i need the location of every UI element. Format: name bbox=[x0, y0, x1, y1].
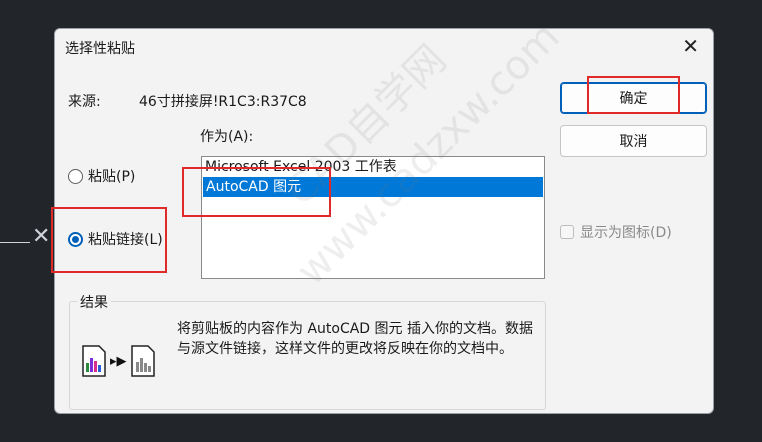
paste-special-dialog: 选择性粘贴 ✕ 来源: 46寸拼接屏!R1C3:R37C8 作为(A): 粘贴(… bbox=[54, 28, 714, 414]
result-group-title: 结果 bbox=[77, 292, 111, 312]
display-as-icon-checkbox-row[interactable]: 显示为图标(D) bbox=[560, 222, 672, 242]
gray-doc-icon bbox=[130, 345, 155, 377]
result-description: 将剪贴板的内容作为 AutoCAD 图元 插入你的文档。数据与源文件链接，这样文… bbox=[177, 321, 533, 357]
as-label: 作为(A): bbox=[200, 129, 254, 145]
paste-link-radio-label: 粘贴链接(L) bbox=[88, 232, 163, 248]
arrow-icon: ▸▶ bbox=[110, 353, 127, 369]
display-as-icon-checkbox[interactable] bbox=[560, 225, 574, 239]
ok-button[interactable]: 确定 bbox=[560, 82, 707, 114]
source-value: 46寸拼接屏!R1C3:R37C8 bbox=[139, 94, 307, 110]
paste-radio-row[interactable]: 粘贴(P) bbox=[68, 166, 135, 186]
paste-radio[interactable] bbox=[68, 168, 83, 184]
background-cross-icon: ✕ bbox=[32, 224, 51, 249]
chart-doc-icon bbox=[82, 345, 106, 377]
paste-link-radio[interactable] bbox=[68, 231, 83, 247]
display-as-icon-label: 显示为图标(D) bbox=[580, 225, 672, 241]
result-illustration: ▸▶ bbox=[82, 345, 155, 377]
list-item[interactable]: Microsoft Excel 2003 工作表 bbox=[202, 157, 544, 177]
source-label: 来源: bbox=[68, 94, 101, 110]
list-item-selected[interactable]: AutoCAD 图元 bbox=[203, 177, 543, 197]
cancel-button[interactable]: 取消 bbox=[560, 125, 707, 157]
paste-radio-label: 粘贴(P) bbox=[88, 169, 136, 185]
paste-link-radio-row[interactable]: 粘贴链接(L) bbox=[68, 229, 163, 249]
dialog-title: 选择性粘贴 bbox=[65, 41, 135, 57]
background-line bbox=[0, 242, 30, 243]
as-listbox[interactable]: Microsoft Excel 2003 工作表 AutoCAD 图元 bbox=[201, 156, 545, 279]
close-icon[interactable]: ✕ bbox=[682, 35, 699, 57]
title-bar: 选择性粘贴 ✕ bbox=[55, 29, 713, 65]
